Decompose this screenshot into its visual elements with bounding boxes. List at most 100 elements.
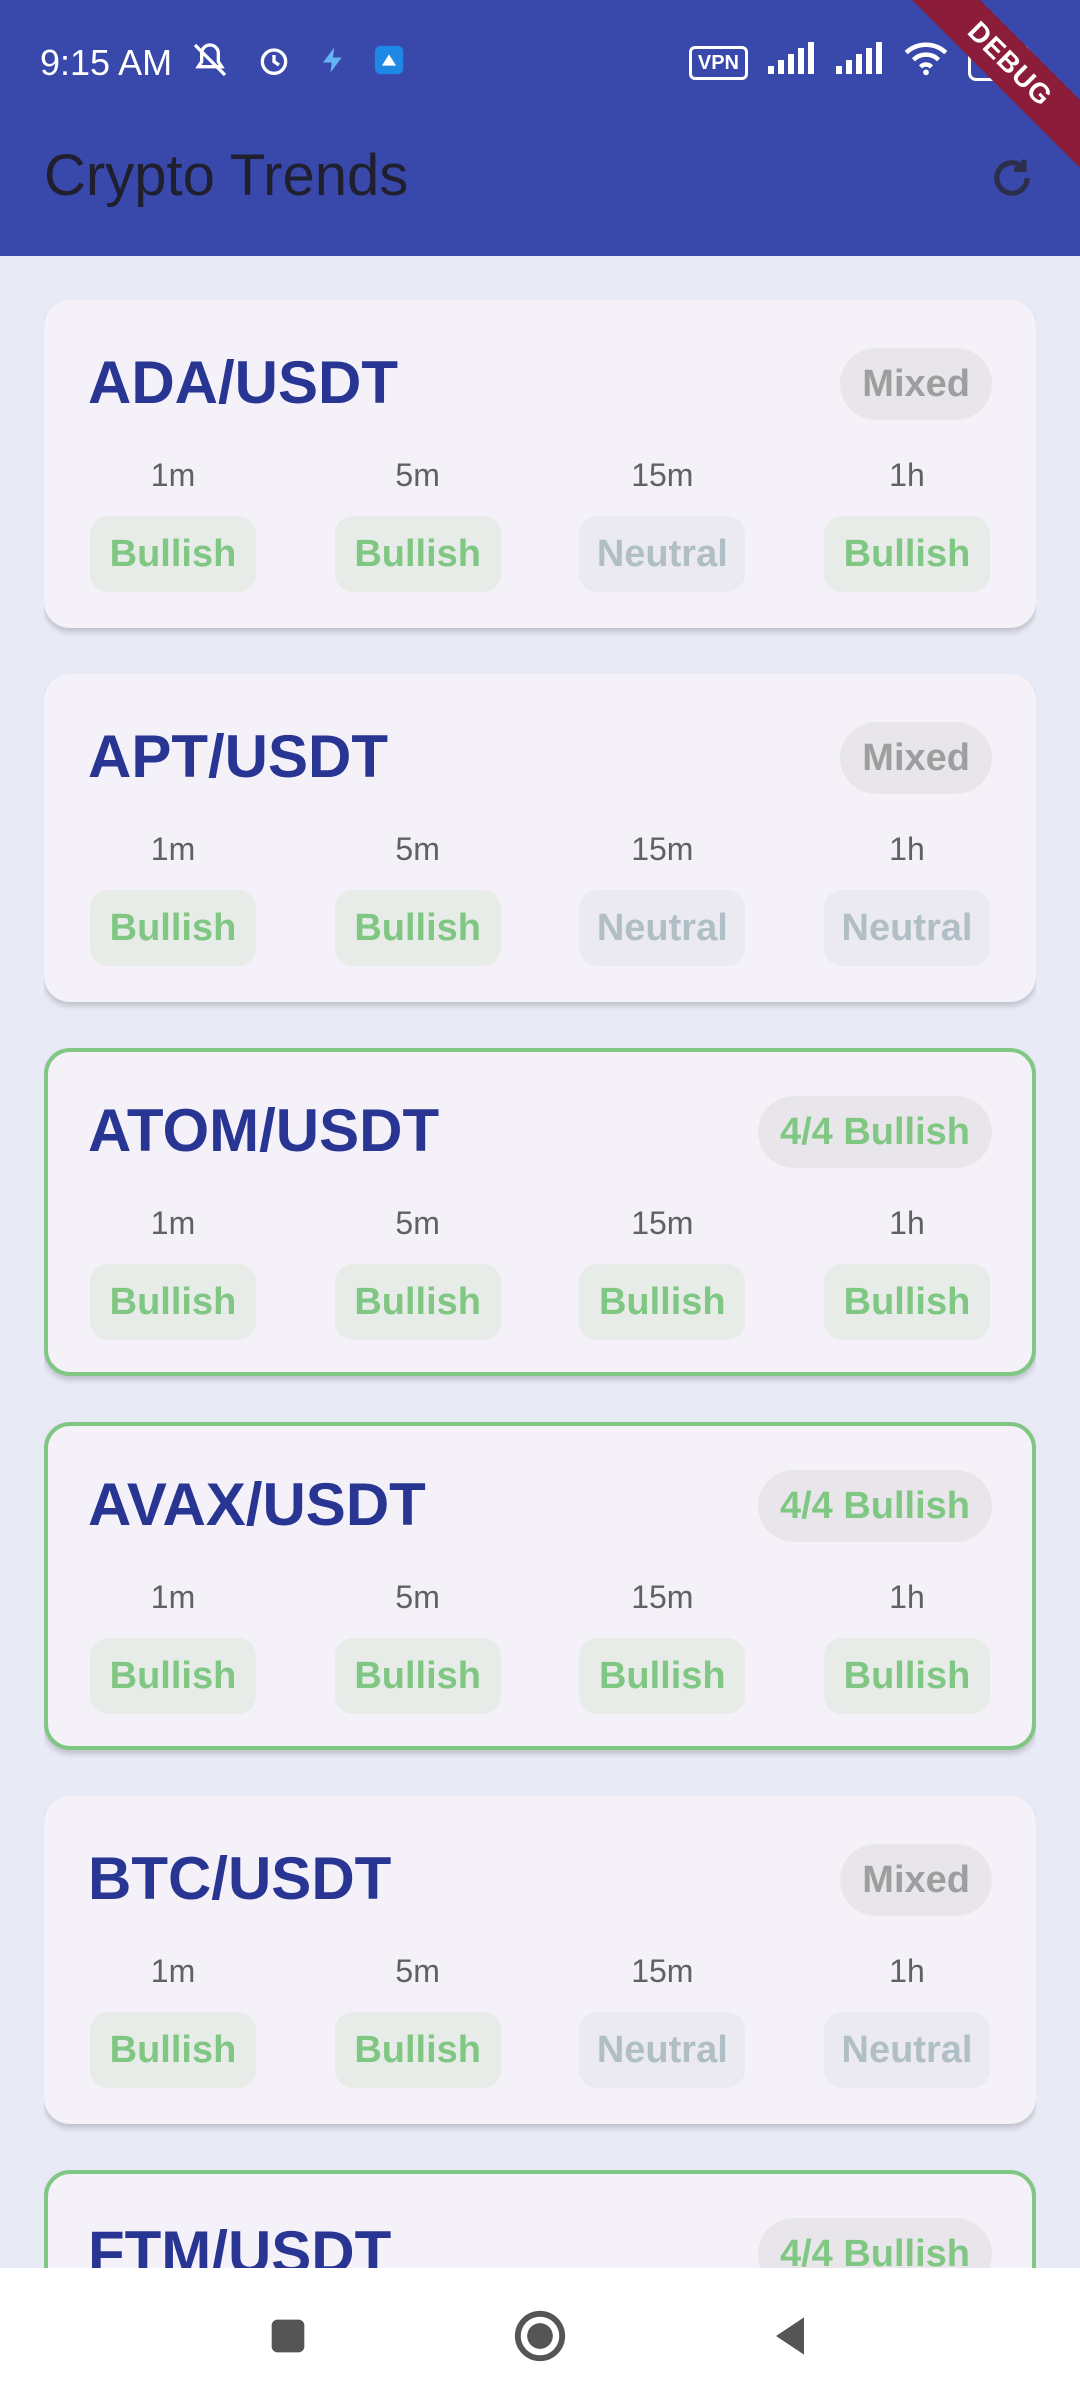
summary-badge: 4/4 Bullish [757,1096,992,1168]
timeframe-row: 1m Bullish 5m Bullish 15m Bullish 1h Bullish [88,1576,992,1716]
recents-button[interactable] [260,2308,316,2364]
timeframe-label: 1m [150,1205,196,1241]
summary-badge: Mixed [840,348,992,420]
timeframe-1h: 1h Neutral [822,828,992,968]
timeframe-1h: 1h Bullish [822,1576,992,1716]
refresh-icon [994,159,1030,196]
trend-chip: Neutral [579,516,746,592]
timeframe-row: 1m Bullish 5m Bullish 15m Neutral 1h Neutral [88,1950,992,2090]
timeframe-1m: 1m Bullish [88,1576,258,1716]
timeframe-label: 1h [889,831,925,867]
summary-badge: Mixed [840,722,992,794]
wifi-icon [904,40,948,85]
pair-card[interactable]: AVAX/USDT 4/4 Bullish 1m Bullish 5m Bullish 15… [44,1422,1036,1750]
pair-name: ATOM/USDT [88,1097,440,1164]
trend-chip: Neutral [579,890,746,966]
app-header: 9:15 AM VPN DEBUG Crypto Trends [0,0,1080,256]
pair-name: ADA/USDT [88,349,398,416]
flash-icon [318,42,348,87]
app-icon [372,43,406,86]
timeframe-label: 5m [395,1579,440,1615]
trend-chip: Neutral [579,2012,746,2088]
trend-chip: Bullish [90,2012,256,2088]
timeframe-label: 5m [395,1953,440,1989]
trend-chip: Bullish [90,890,256,966]
timeframe-1m: 1m Bullish [88,1202,258,1342]
trend-chip: Bullish [579,1264,746,1340]
timeframe-15m: 15m Bullish [577,1202,747,1342]
trend-chip: Bullish [90,516,256,592]
timeframe-1m: 1m Bullish [88,828,258,968]
trend-chip: Bullish [334,516,501,592]
system-nav-bar [0,2268,1080,2400]
timeframe-15m: 15m Neutral [577,1950,747,2090]
trend-chip: Bullish [823,1264,990,1340]
timeframe-label: 1m [150,1953,196,1989]
timeframe-5m: 5m Bullish [333,1202,503,1342]
page-title: Crypto Trends [44,143,409,208]
circle-icon [514,2310,566,2362]
timeframe-label: 1h [889,1953,925,1989]
trend-chip: Neutral [823,890,990,966]
timeframe-label: 15m [631,1205,694,1241]
mute-icon [190,40,230,89]
timeframe-label: 1h [889,1205,925,1241]
timeframe-row: 1m Bullish 5m Bullish 15m Neutral 1h Bullish [88,454,992,594]
timeframe-label: 1m [150,831,196,867]
timeframe-row: 1m Bullish 5m Bullish 15m Neutral 1h Neutral [88,828,992,968]
timeframe-5m: 5m Bullish [333,1950,503,2090]
timeframe-label: 5m [395,457,440,493]
pair-name: AVAX/USDT [88,1471,426,1538]
trend-chip: Bullish [334,890,501,966]
timeframe-row: 1m Bullish 5m Bullish 15m Bullish 1h Bullish [88,1202,992,1342]
timeframe-1m: 1m Bullish [88,454,258,594]
back-triangle-icon [776,2317,804,2355]
timeframe-label: 1h [889,457,925,493]
trend-chip: Bullish [579,1638,746,1714]
timeframe-15m: 15m Neutral [577,828,747,968]
pair-card[interactable]: BTC/USDT Mixed 1m Bullish 5m Bullish 15m Neutra… [44,1796,1036,2124]
timeframe-1m: 1m Bullish [88,1950,258,2090]
timeframe-1h: 1h Bullish [822,454,992,594]
timeframe-label: 1m [150,457,196,493]
timeframe-5m: 5m Bullish [333,828,503,968]
trend-chip: Bullish [334,1264,501,1340]
timeframe-5m: 5m Bullish [333,454,503,594]
trend-chip: Bullish [823,516,990,592]
timeframe-5m: 5m Bullish [333,1576,503,1716]
trend-chip: Neutral [823,2012,990,2088]
timeframe-1h: 1h Bullish [822,1202,992,1342]
signal-icon [836,41,884,84]
trend-chip: Bullish [334,1638,501,1714]
back-button[interactable] [762,2308,818,2364]
summary-badge: 4/4 Bullish [757,1470,992,1542]
pair-card[interactable]: APT/USDT Mixed 1m Bullish 5m Bullish 15m Neutra… [44,674,1036,1002]
timeframe-1h: 1h Neutral [822,1950,992,2090]
pair-card[interactable]: FTM/USDT4/4 Bullish1mBullish5mBullish15m… [44,2170,1036,2268]
timeframe-label: 15m [631,457,694,493]
home-button[interactable] [512,2308,568,2364]
trend-chip: Bullish [90,1264,256,1340]
timeframe-label: 5m [395,1205,440,1241]
timeframe-label: 15m [631,1953,694,1989]
pair-card[interactable]: ATOM/USDT 4/4 Bullish 1m Bullish 5m Bullish 15… [44,1048,1036,1376]
summary-badge: Mixed [840,1844,992,1916]
square-icon [271,2319,305,2353]
alarm-icon [254,40,294,89]
status-icons-left [190,40,406,89]
trend-chip: Bullish [90,1638,256,1714]
pair-card[interactable]: ADA/USDT Mixed 1m Bullish 5m Bullish 15m Neutra… [44,300,1036,628]
signal-icon [768,41,816,84]
crypto-card-list[interactable]: ADA/USDT Mixed 1m Bullish 5m Bullish 15m Neutra… [44,300,1036,2268]
timeframe-label: 15m [631,1579,694,1615]
trend-chip: Bullish [823,1638,990,1714]
timeframe-15m: 15m Bullish [577,1576,747,1716]
status-bar: 9:15 AM VPN [0,0,1080,130]
summary-badge: 4/4 Bullish [757,2218,992,2268]
status-time: 9:15 AM [40,42,173,83]
refresh-button[interactable] [984,150,1040,206]
timeframe-label: 1h [889,1579,925,1615]
trend-chip: Bullish [334,2012,501,2088]
pair-name: FTM/USDT [88,2219,392,2268]
timeframe-label: 1m [150,1579,196,1615]
